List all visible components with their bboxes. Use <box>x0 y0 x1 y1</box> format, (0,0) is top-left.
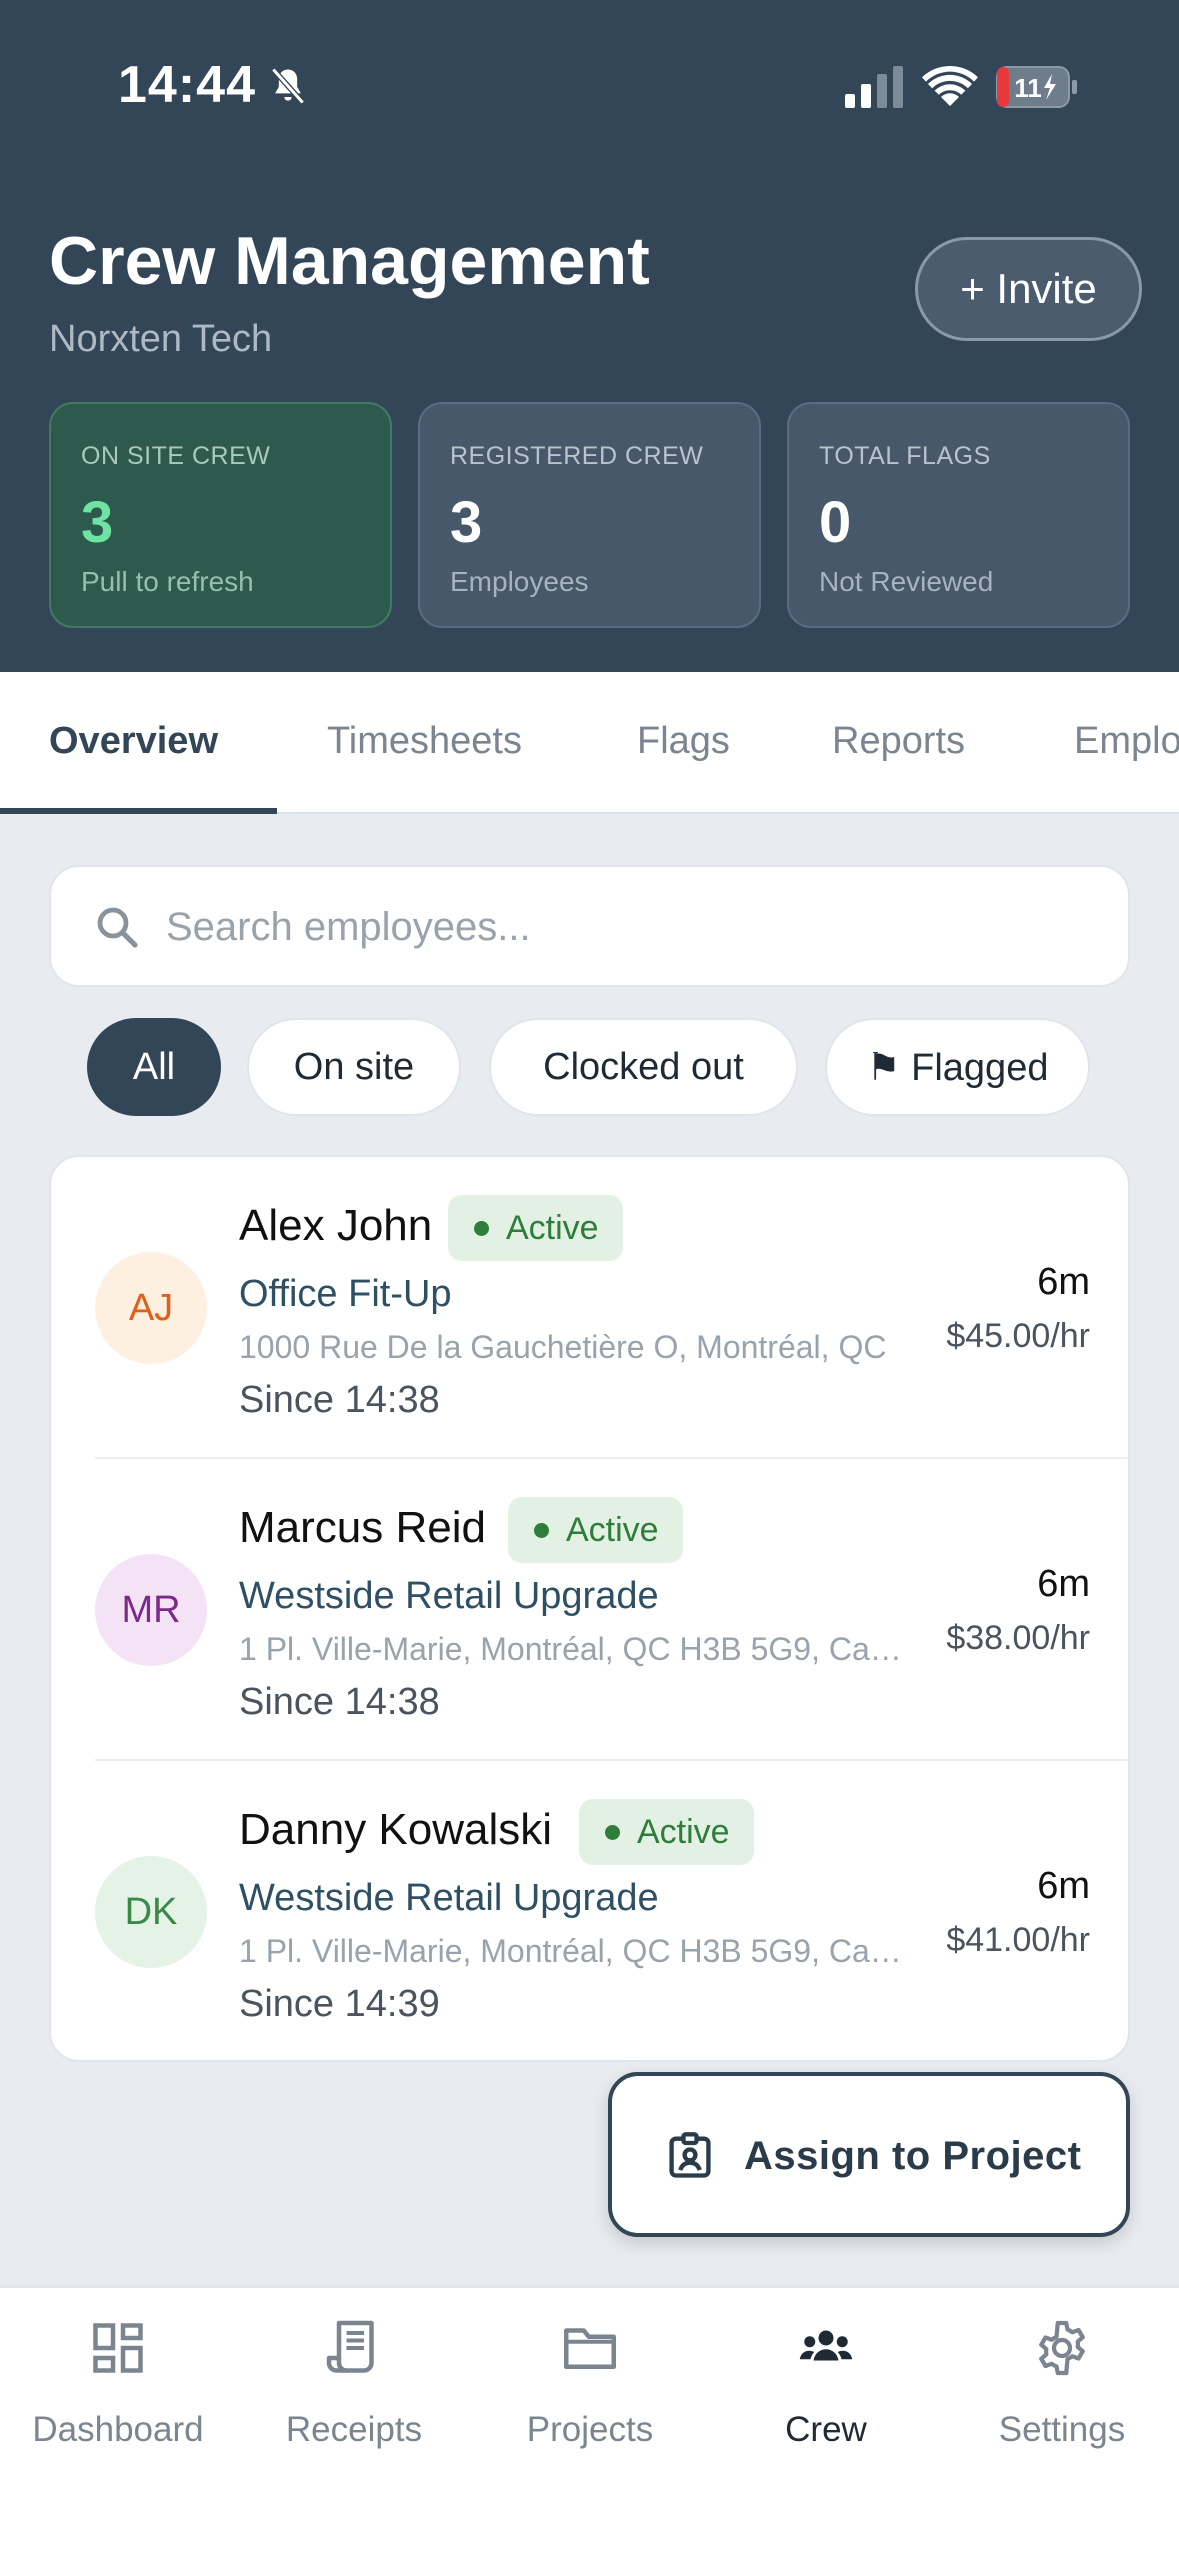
status-badge: Active <box>579 1799 754 1865</box>
tab-timesheets[interactable]: Timesheets <box>327 720 522 763</box>
filter-clocked-out[interactable]: Clocked out <box>489 1018 798 1116</box>
status-bar: 14:44 11 <box>0 0 1179 175</box>
project-address: 1 Pl. Ville-Marie, Montréal, QC H3B 5G9,… <box>239 1631 911 1667</box>
receipt-icon <box>326 2320 374 2373</box>
stat-label: REGISTERED CREW <box>450 442 704 470</box>
hourly-rate: $41.00/hr <box>946 1921 1090 1959</box>
assign-to-project-button[interactable]: Assign to Project <box>608 2072 1130 2237</box>
status-badge: Active <box>508 1497 683 1563</box>
status-time: 14:44 <box>118 56 256 114</box>
avatar: MR <box>95 1554 207 1666</box>
filter-on-site[interactable]: On site <box>247 1018 461 1116</box>
stat-caption: Pull to refresh <box>81 566 254 597</box>
search-icon <box>97 907 138 948</box>
clock-in-time: Since 14:38 <box>239 1379 440 1421</box>
stat-registered-crew[interactable]: REGISTERED CREW 3 Employees <box>418 402 761 628</box>
project-address: 1000 Rue De la Gauchetière O, Montréal, … <box>239 1329 887 1365</box>
employee-row[interactable]: MR Marcus Reid Active Westside Retail Up… <box>51 1459 1128 1761</box>
project-name: Office Fit-Up <box>239 1273 452 1315</box>
stat-value: 0 <box>819 490 852 555</box>
stat-total-flags[interactable]: TOTAL FLAGS 0 Not Reviewed <box>787 402 1130 628</box>
dashboard-icon <box>93 2323 143 2373</box>
nav-label: Projects <box>526 2410 654 2449</box>
assign-button-label: Assign to Project <box>744 2134 1082 2178</box>
id-badge-icon <box>669 2132 711 2178</box>
gear-icon <box>1039 2320 1085 2376</box>
cellular-signal-icon <box>845 66 903 108</box>
stat-caption: Employees <box>450 566 589 597</box>
active-tab-indicator <box>0 808 277 814</box>
stat-caption: Not Reviewed <box>819 566 994 597</box>
status-dot <box>474 1221 489 1236</box>
nav-crew[interactable]: Crew <box>708 2318 944 2478</box>
status-dot <box>534 1523 549 1538</box>
status-dot <box>605 1825 620 1840</box>
wifi-icon <box>922 65 978 106</box>
hourly-rate: $38.00/hr <box>946 1619 1090 1657</box>
battery-icon: 11 <box>996 66 1077 108</box>
employee-name: Marcus Reid <box>239 1503 486 1552</box>
nav-settings[interactable]: Settings <box>944 2318 1179 2478</box>
nav-label: Settings <box>998 2410 1126 2449</box>
avatar: DK <box>95 1856 207 1968</box>
stat-value: 3 <box>81 490 114 555</box>
filter-all[interactable]: All <box>87 1018 221 1116</box>
header: 14:44 11 Crew Management Norxten Tech + … <box>0 0 1179 672</box>
page-title: Crew Management <box>49 223 650 299</box>
project-name: Westside Retail Upgrade <box>239 1575 659 1617</box>
tab-bar: Overview Timesheets Flags Reports Emplo <box>0 672 1179 814</box>
employee-name: Danny Kowalski <box>239 1805 553 1854</box>
battery-level: 11 <box>1014 73 1042 103</box>
stat-label: TOTAL FLAGS <box>819 442 991 470</box>
tab-employees[interactable]: Emplo <box>1074 720 1179 763</box>
status-label: Active <box>566 1510 659 1549</box>
status-label: Active <box>637 1812 730 1851</box>
elapsed-time: 6m <box>1037 1563 1090 1605</box>
avatar: AJ <box>95 1252 207 1364</box>
stat-label: ON SITE CREW <box>81 442 271 470</box>
clock-in-time: Since 14:39 <box>239 1983 440 2025</box>
search-bar[interactable] <box>49 865 1130 987</box>
status-label: Active <box>506 1208 599 1247</box>
invite-button[interactable]: + Invite <box>915 237 1142 341</box>
bell-muted-icon <box>271 67 305 105</box>
nav-label: Receipts <box>285 2410 423 2449</box>
employee-row[interactable]: AJ Alex John Active Office Fit-Up 1000 R… <box>51 1157 1128 1459</box>
crew-icon <box>799 2330 853 2361</box>
nav-projects[interactable]: Projects <box>472 2318 708 2478</box>
employee-row[interactable]: DK Danny Kowalski Active Westside Retail… <box>51 1761 1128 2060</box>
nav-receipts[interactable]: Receipts <box>236 2318 472 2478</box>
search-input[interactable] <box>166 897 1066 957</box>
clock-in-time: Since 14:38 <box>239 1681 440 1723</box>
hourly-rate: $45.00/hr <box>946 1317 1090 1355</box>
bottom-nav: Dashboard Receipts Projects Crew Setting… <box>0 2286 1179 2556</box>
company-name: Norxten Tech <box>49 318 273 360</box>
nav-label: Dashboard <box>32 2410 204 2449</box>
nav-label: Crew <box>785 2410 867 2449</box>
stat-value: 3 <box>450 490 483 555</box>
tab-reports[interactable]: Reports <box>832 720 965 763</box>
project-address: 1 Pl. Ville-Marie, Montréal, QC H3B 5G9,… <box>239 1933 911 1969</box>
filter-flagged[interactable]: ⚑ Flagged <box>825 1018 1090 1116</box>
employee-name: Alex John <box>239 1201 433 1250</box>
tab-overview[interactable]: Overview <box>49 720 218 763</box>
elapsed-time: 6m <box>1037 1865 1090 1907</box>
stat-on-site-crew[interactable]: ON SITE CREW 3 Pull to refresh <box>49 402 392 628</box>
status-badge: Active <box>448 1195 623 1261</box>
folder-icon <box>564 2328 616 2369</box>
elapsed-time: 6m <box>1037 1261 1090 1303</box>
project-name: Westside Retail Upgrade <box>239 1877 659 1919</box>
tab-flags[interactable]: Flags <box>637 720 730 763</box>
employee-list: AJ Alex John Active Office Fit-Up 1000 R… <box>49 1155 1130 2062</box>
nav-dashboard[interactable]: Dashboard <box>0 2318 236 2478</box>
